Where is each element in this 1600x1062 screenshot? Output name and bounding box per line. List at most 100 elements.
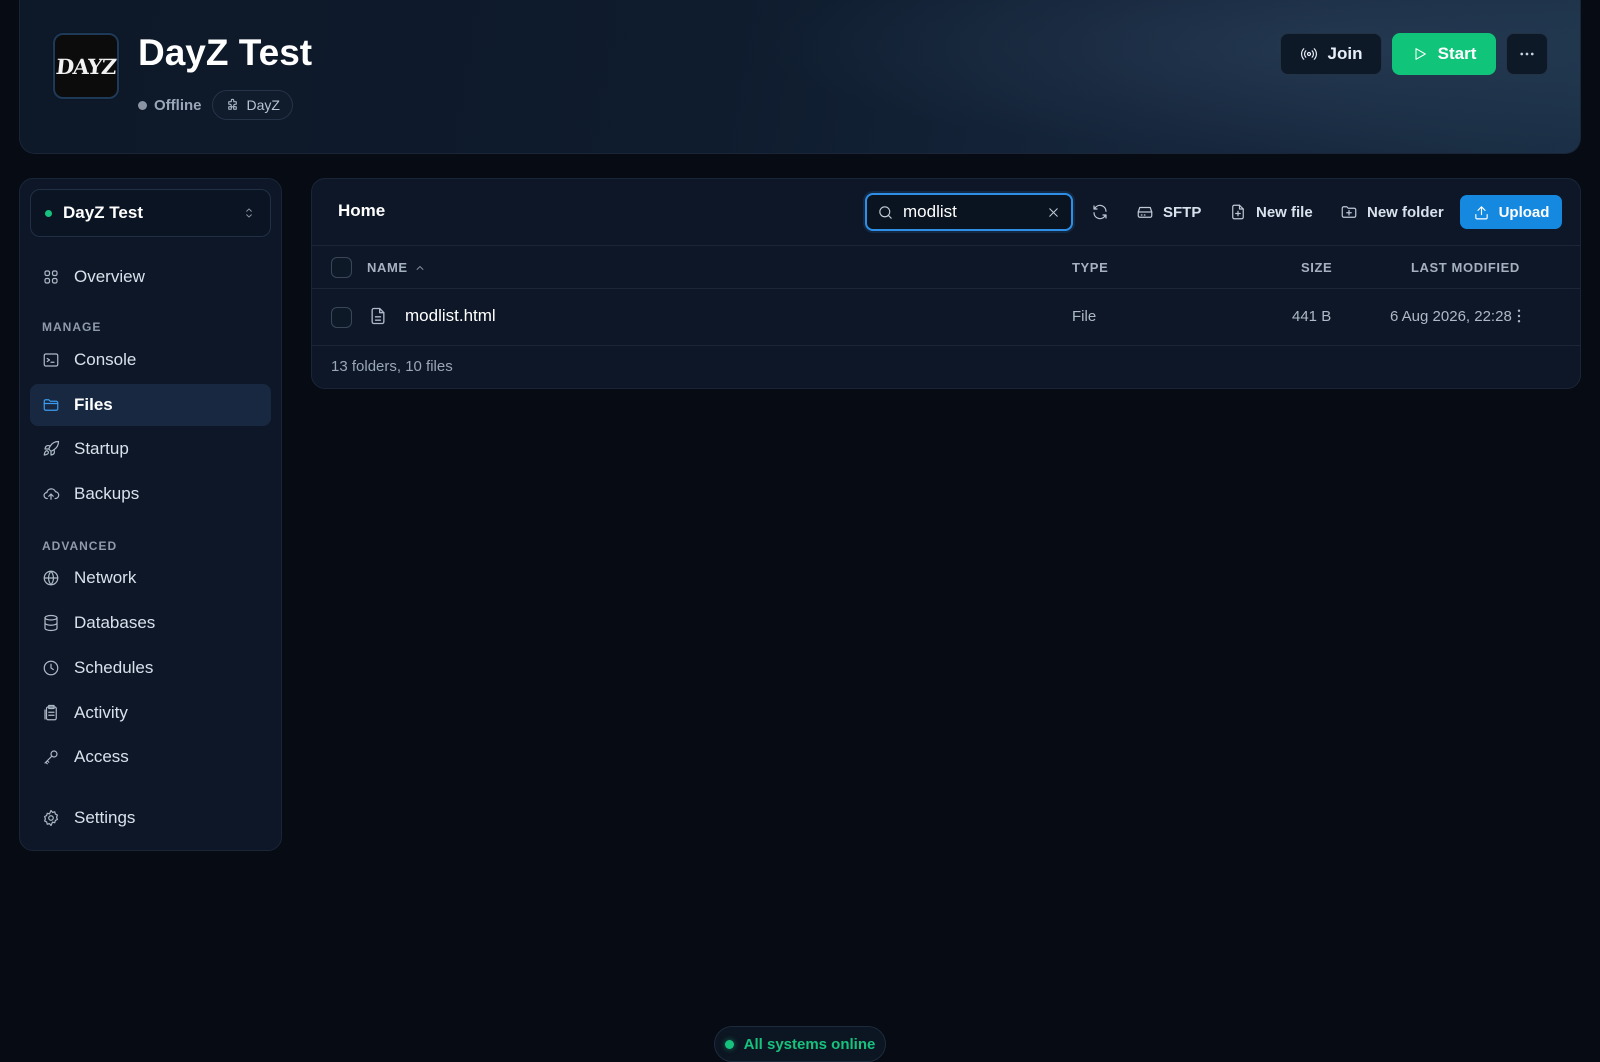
column-name-label: NAME bbox=[367, 260, 408, 275]
file-plus-icon bbox=[1229, 203, 1247, 221]
sidebar-item-label: Files bbox=[74, 395, 113, 414]
chevron-up-down-icon bbox=[242, 206, 256, 220]
sidebar-item-startup[interactable]: Startup bbox=[30, 428, 271, 470]
start-button[interactable]: Start bbox=[1392, 33, 1496, 75]
file-icon bbox=[368, 305, 388, 327]
more-vertical-icon[interactable] bbox=[1510, 307, 1528, 325]
file-type: File bbox=[1072, 308, 1097, 325]
database-icon bbox=[42, 614, 60, 632]
online-dot-icon bbox=[45, 209, 52, 217]
section-label-manage: MANAGE bbox=[42, 320, 102, 334]
column-modified-header[interactable]: LAST MODIFIED bbox=[1411, 260, 1520, 275]
rocket-icon bbox=[42, 440, 60, 458]
file-manager-panel: Home SFTP New file bbox=[311, 178, 1581, 389]
column-type-header[interactable]: TYPE bbox=[1072, 260, 1108, 275]
terminal-icon bbox=[42, 351, 60, 369]
header-actions: Join Start bbox=[1280, 33, 1548, 75]
sidebar-item-label: Console bbox=[74, 350, 137, 369]
sidebar-item-label: Startup bbox=[74, 439, 129, 458]
new-file-label: New file bbox=[1256, 203, 1313, 221]
sort-ascending-icon bbox=[414, 262, 426, 274]
upload-label: Upload bbox=[1498, 203, 1550, 221]
sidebar-item-label: Overview bbox=[74, 267, 145, 286]
sidebar-item-label: Databases bbox=[74, 613, 156, 632]
sidebar-item-overview[interactable]: Overview bbox=[30, 256, 271, 298]
new-folder-label: New folder bbox=[1367, 203, 1444, 221]
clipboard-list-icon bbox=[42, 704, 60, 722]
sidebar-item-schedules[interactable]: Schedules bbox=[30, 647, 271, 689]
server-header: DAYZ DayZ Test Offline DayZ Join Start bbox=[19, 0, 1581, 154]
sidebar: DayZ Test Overview MANAGE Console Files … bbox=[19, 178, 282, 851]
sidebar-item-label: Schedules bbox=[74, 658, 154, 677]
globe-icon bbox=[42, 569, 60, 587]
play-icon bbox=[1412, 46, 1428, 62]
server-title: DayZ Test bbox=[138, 32, 313, 73]
status-text: Offline bbox=[154, 96, 202, 114]
cloud-upload-icon bbox=[42, 485, 60, 503]
server-selector[interactable]: DayZ Test bbox=[30, 189, 271, 237]
column-name-header[interactable]: NAME bbox=[367, 260, 426, 275]
folder-plus-icon bbox=[1340, 203, 1358, 221]
file-search-box[interactable] bbox=[865, 193, 1073, 231]
game-logo: DAYZ bbox=[53, 33, 119, 99]
sidebar-item-settings[interactable]: Settings bbox=[30, 797, 271, 839]
sftp-button[interactable]: SFTP bbox=[1136, 196, 1201, 228]
status-badge: Offline bbox=[138, 97, 202, 114]
sidebar-item-label: Settings bbox=[74, 808, 136, 827]
game-logo-text: DAYZ bbox=[54, 53, 118, 79]
sidebar-item-files[interactable]: Files bbox=[30, 384, 271, 426]
server-status-row: Offline DayZ bbox=[138, 90, 293, 120]
sidebar-item-backups[interactable]: Backups bbox=[30, 473, 271, 515]
status-online-dot-icon bbox=[724, 1039, 734, 1049]
broadcast-icon bbox=[1300, 45, 1318, 63]
sidebar-item-access[interactable]: Access bbox=[30, 736, 271, 778]
refresh-button[interactable] bbox=[1091, 196, 1109, 228]
sidebar-item-label: Network bbox=[74, 568, 137, 587]
game-name: DayZ bbox=[246, 97, 280, 113]
selected-server-name: DayZ Test bbox=[63, 203, 143, 222]
sidebar-item-label: Backups bbox=[74, 484, 140, 503]
clock-icon bbox=[42, 659, 60, 677]
file-toolbar: Home SFTP New file bbox=[312, 179, 1580, 246]
clear-search-icon[interactable] bbox=[1046, 205, 1061, 220]
file-count-summary: 13 folders, 10 files bbox=[331, 358, 453, 375]
search-icon bbox=[877, 204, 894, 221]
more-options-button[interactable] bbox=[1506, 33, 1548, 75]
sidebar-item-databases[interactable]: Databases bbox=[30, 602, 271, 644]
start-label: Start bbox=[1437, 44, 1477, 63]
game-chip[interactable]: DayZ bbox=[211, 90, 293, 120]
system-status-text: All systems online bbox=[743, 1035, 876, 1053]
sidebar-item-label: Activity bbox=[74, 703, 128, 722]
join-button[interactable]: Join bbox=[1280, 33, 1382, 75]
breadcrumb-home[interactable]: Home bbox=[338, 201, 385, 221]
row-checkbox[interactable] bbox=[331, 307, 352, 328]
refresh-icon bbox=[1091, 203, 1109, 221]
sidebar-item-console[interactable]: Console bbox=[30, 339, 271, 381]
join-label: Join bbox=[1327, 44, 1363, 63]
sidebar-item-label: Access bbox=[74, 747, 129, 766]
key-icon bbox=[42, 748, 60, 766]
column-size-header[interactable]: SIZE bbox=[1301, 260, 1332, 275]
file-modified: 6 Aug 2026, 22:28 bbox=[1390, 308, 1512, 325]
sidebar-item-network[interactable]: Network bbox=[30, 557, 271, 599]
section-label-advanced: ADVANCED bbox=[42, 539, 118, 553]
search-input[interactable] bbox=[903, 202, 1037, 222]
file-size: 441 B bbox=[1292, 308, 1332, 325]
puzzle-icon bbox=[225, 98, 240, 113]
select-all-checkbox[interactable] bbox=[331, 257, 352, 278]
grid-icon bbox=[42, 268, 60, 286]
upload-button[interactable]: Upload bbox=[1460, 195, 1562, 229]
folder-icon bbox=[42, 396, 60, 414]
more-horizontal-icon bbox=[1518, 45, 1536, 63]
system-status-pill[interactable]: All systems online bbox=[714, 1026, 886, 1062]
new-file-button[interactable]: New file bbox=[1229, 196, 1313, 228]
file-table-header: NAME TYPE SIZE LAST MODIFIED bbox=[312, 246, 1580, 289]
header-background-art bbox=[760, 0, 1580, 153]
new-folder-button[interactable]: New folder bbox=[1340, 196, 1444, 228]
table-row[interactable]: modlist.html File 441 B 6 Aug 2026, 22:2… bbox=[312, 289, 1580, 346]
sftp-label: SFTP bbox=[1163, 203, 1202, 221]
file-name[interactable]: modlist.html bbox=[405, 306, 496, 326]
sidebar-item-activity[interactable]: Activity bbox=[30, 692, 271, 734]
gear-icon bbox=[42, 809, 60, 827]
status-dot-icon bbox=[138, 100, 147, 110]
